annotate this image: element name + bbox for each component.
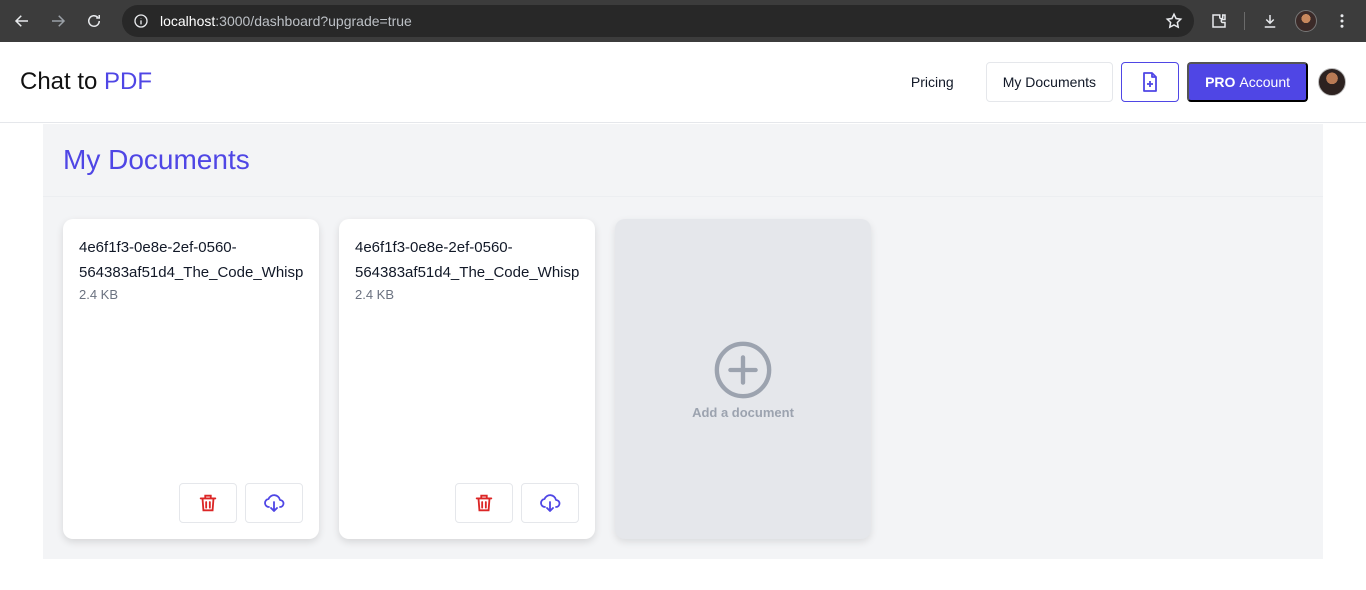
download-button[interactable]: [245, 483, 303, 523]
toolbar-separator: [1244, 12, 1245, 30]
cloud-download-icon: [264, 494, 285, 512]
back-icon[interactable]: [8, 7, 36, 35]
brand-accent: PDF: [104, 68, 153, 95]
brand-prefix: Chat to: [20, 68, 105, 95]
app-header: Chat to PDF Pricing My Documents PRO Acc…: [0, 42, 1366, 123]
url-text[interactable]: localhost:3000/dashboard?upgrade=true: [160, 13, 1164, 29]
download-icon[interactable]: [1259, 10, 1281, 32]
account-label: Account: [1239, 74, 1290, 90]
bookmark-star-icon[interactable]: [1164, 11, 1184, 31]
page-title: My Documents: [63, 144, 250, 175]
trash-icon: [475, 494, 493, 512]
document-size: 2.4 KB: [79, 287, 119, 302]
add-document-card[interactable]: Add a document: [615, 219, 871, 539]
forward-icon[interactable]: [44, 7, 72, 35]
add-document-label: Add a document: [692, 404, 794, 420]
document-grid: 4e6f1f3-0e8e-2ef-0560- 564383af51d4_The_…: [63, 219, 871, 539]
document-name: 4e6f1f3-0e8e-2ef-0560- 564383af51d4_The_…: [79, 239, 303, 281]
brand-logo[interactable]: Chat to PDF: [20, 68, 152, 96]
extensions-icon[interactable]: [1208, 10, 1230, 32]
user-avatar[interactable]: [1318, 68, 1346, 96]
document-card[interactable]: 4e6f1f3-0e8e-2ef-0560- 564383af51d4_The_…: [63, 219, 319, 539]
documents-panel: My Documents 4e6f1f3-0e8e-2ef-0560- 5643…: [43, 124, 1323, 559]
pro-account-button[interactable]: PRO Account: [1187, 62, 1308, 102]
reload-icon[interactable]: [80, 7, 108, 35]
document-name: 4e6f1f3-0e8e-2ef-0560- 564383af51d4_The_…: [355, 239, 579, 281]
menu-icon[interactable]: [1331, 10, 1353, 32]
my-documents-button[interactable]: My Documents: [985, 62, 1114, 102]
delete-button[interactable]: [455, 483, 513, 523]
trash-icon: [199, 494, 217, 512]
new-document-button[interactable]: [1121, 62, 1180, 102]
browser-toolbar: localhost:3000/dashboard?upgrade=true: [0, 0, 1366, 42]
address-bar[interactable]: localhost:3000/dashboard?upgrade=true: [122, 5, 1194, 37]
document-card[interactable]: 4e6f1f3-0e8e-2ef-0560- 564383af51d4_The_…: [339, 219, 595, 539]
document-size: 2.4 KB: [355, 287, 395, 302]
info-icon[interactable]: [132, 12, 150, 30]
pricing-link[interactable]: Pricing: [887, 62, 978, 102]
download-button[interactable]: [521, 483, 579, 523]
delete-button[interactable]: [179, 483, 237, 523]
profile-avatar[interactable]: [1295, 10, 1317, 32]
pro-label: PRO: [1205, 74, 1236, 90]
plus-circle-icon: [714, 341, 772, 398]
cloud-download-icon: [540, 494, 561, 512]
file-plus-icon: [1143, 72, 1157, 92]
